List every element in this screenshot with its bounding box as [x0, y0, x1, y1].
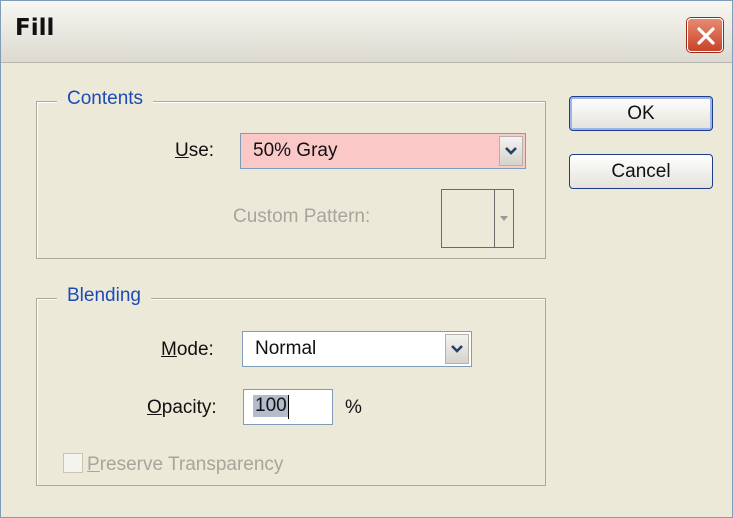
contents-legend: Contents: [57, 88, 154, 110]
pattern-dropdown-icon: [500, 216, 508, 221]
use-select[interactable]: 50% Gray: [240, 133, 526, 169]
ok-button[interactable]: OK: [569, 96, 713, 131]
close-x-icon: [697, 27, 715, 45]
text-caret: [288, 395, 289, 419]
mode-label-text: ode:: [176, 339, 214, 360]
use-label-text: se:: [188, 140, 215, 161]
mode-label-accelerator: M: [161, 339, 177, 360]
opacity-label: Opacity:: [147, 397, 217, 419]
close-button[interactable]: [687, 18, 723, 52]
cancel-button[interactable]: Cancel: [569, 154, 713, 189]
preserve-transparency-checkbox[interactable]: [63, 453, 83, 473]
mode-label: Mode:: [161, 339, 214, 361]
use-select-value: 50% Gray: [253, 140, 338, 161]
custom-pattern-label: Custom Pattern:: [233, 206, 371, 227]
chevron-down-icon: [451, 345, 463, 353]
mode-dropdown-button[interactable]: [445, 334, 469, 364]
pattern-divider: [494, 190, 495, 247]
preserve-label-text: reserve Transparency: [99, 454, 284, 475]
opacity-label-accelerator: O: [147, 397, 162, 418]
use-dropdown-button[interactable]: [499, 136, 523, 166]
title-bar[interactable]: Fill: [1, 1, 732, 63]
opacity-input[interactable]: 100: [243, 389, 333, 425]
preserve-label-accelerator: P: [87, 454, 100, 475]
window-title: Fill: [15, 15, 55, 41]
mode-select-value: Normal: [255, 338, 317, 359]
preserve-transparency-label: Preserve Transparency: [87, 454, 283, 476]
mode-select[interactable]: Normal: [242, 331, 472, 367]
fill-dialog: Fill OK Cancel Contents Use: 50% Gray Cu…: [0, 0, 733, 518]
chevron-down-icon: [505, 147, 517, 155]
opacity-unit: %: [345, 397, 362, 418]
blending-legend: Blending: [57, 285, 151, 307]
use-label-accelerator: U: [175, 140, 189, 161]
custom-pattern-picker: [441, 189, 514, 248]
opacity-value: 100: [253, 395, 289, 417]
use-label: Use:: [175, 140, 214, 162]
opacity-label-text: pacity:: [161, 397, 217, 418]
